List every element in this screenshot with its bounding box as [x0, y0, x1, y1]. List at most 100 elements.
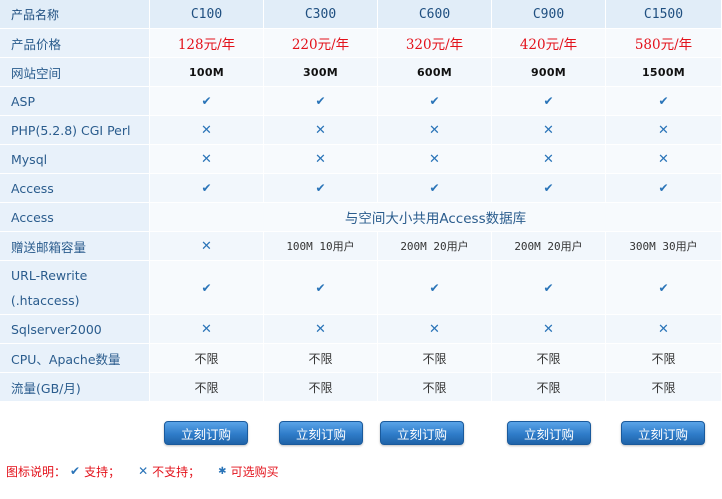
cpu-value: 不限	[606, 344, 722, 373]
rewrite-cell: ✔	[264, 261, 378, 315]
check-icon: ✔	[315, 181, 326, 195]
cross-icon: ✕	[658, 321, 669, 337]
row-label-traffic: 流量(GB/月)	[0, 373, 150, 402]
cross-icon: ✕	[315, 321, 326, 337]
check-icon: ✔	[315, 94, 326, 108]
cpu-value: 不限	[378, 344, 492, 373]
mysql-cell: ✕	[264, 145, 378, 174]
sqlserver-cell: ✕	[606, 315, 722, 344]
cross-icon: ✕	[315, 151, 326, 167]
price-value: 420元/年	[492, 29, 606, 58]
php-cell: ✕	[606, 116, 722, 145]
cross-icon: ✕	[201, 321, 212, 337]
mysql-cell: ✕	[378, 145, 492, 174]
url-rewrite-label-line1: URL-Rewrite	[11, 267, 88, 283]
sqlserver-cell: ✕	[492, 315, 606, 344]
row-label-mailbox: 赠送邮箱容量	[0, 232, 150, 261]
check-icon: ✔	[658, 181, 669, 195]
url-rewrite-label-line2: (.htaccess)	[10, 292, 80, 308]
mailbox-value: 200M 20用户	[378, 232, 492, 261]
cpu-value: 不限	[492, 344, 606, 373]
space-value: 600M	[378, 58, 492, 87]
cross-icon: ✕	[201, 238, 212, 254]
plan-name-c600: C600	[378, 0, 492, 29]
check-icon: ✔	[429, 94, 440, 108]
check-icon: ✔	[543, 181, 554, 195]
price-value: 220元/年	[264, 29, 378, 58]
check-icon: ✔	[315, 280, 326, 295]
traffic-value: 不限	[606, 373, 722, 402]
php-cell: ✕	[150, 116, 264, 145]
asp-cell: ✔	[492, 87, 606, 116]
cross-icon: ✕	[658, 122, 669, 138]
php-cell: ✕	[378, 116, 492, 145]
access-cell: ✔	[264, 174, 378, 203]
row-label-url-rewrite: URL-Rewrite (.htaccess)	[0, 261, 150, 315]
asp-cell: ✔	[264, 87, 378, 116]
check-icon: ✔	[429, 181, 440, 195]
order-button-row: 立刻订购 立刻订购 立刻订购 立刻订购 立刻订购	[0, 421, 722, 445]
space-value: 100M	[150, 58, 264, 87]
mailbox-cell: ✕	[150, 232, 264, 261]
header-label: 产品名称	[0, 0, 150, 29]
price-value: 128元/年	[150, 29, 264, 58]
check-icon: ✔	[543, 94, 554, 108]
mailbox-value: 300M 30用户	[606, 232, 722, 261]
mysql-cell: ✕	[150, 145, 264, 174]
access-cell: ✔	[378, 174, 492, 203]
traffic-value: 不限	[264, 373, 378, 402]
asp-cell: ✔	[606, 87, 722, 116]
access-shared-note: 与空间大小共用Access数据库	[150, 203, 722, 232]
cross-icon: ✕	[429, 122, 440, 138]
mysql-cell: ✕	[492, 145, 606, 174]
hosting-comparison-table: 产品名称 C100 C300 C600 C900 C1500 产品价格 128元…	[0, 0, 722, 402]
icon-legend: 图标说明： ✔ 支持； ✕ 不支持； ✱ 可选购买	[6, 462, 279, 480]
space-value: 1500M	[606, 58, 722, 87]
cpu-value: 不限	[150, 344, 264, 373]
cpu-value: 不限	[264, 344, 378, 373]
traffic-value: 不限	[378, 373, 492, 402]
plan-name-c900: C900	[492, 0, 606, 29]
legend-no-label: 不支持；	[152, 464, 201, 479]
check-icon: ✔	[70, 464, 81, 478]
traffic-value: 不限	[492, 373, 606, 402]
order-button-c100[interactable]: 立刻订购	[164, 421, 248, 445]
sqlserver-cell: ✕	[264, 315, 378, 344]
row-label-cpu: CPU、Apache数量	[0, 344, 150, 373]
cross-icon: ✕	[543, 122, 554, 138]
mysql-cell: ✕	[606, 145, 722, 174]
legend-title: 图标说明：	[6, 464, 67, 479]
row-label-space: 网站空间	[0, 58, 150, 87]
star-icon: ✱	[218, 465, 227, 477]
cross-icon: ✕	[543, 151, 554, 167]
access-cell: ✔	[492, 174, 606, 203]
row-label-php: PHP(5.2.8) CGI Perl	[0, 116, 150, 145]
cross-icon: ✕	[429, 151, 440, 167]
access-cell: ✔	[606, 174, 722, 203]
order-button-c1500[interactable]: 立刻订购	[621, 421, 705, 445]
check-icon: ✔	[201, 94, 212, 108]
check-icon: ✔	[658, 94, 669, 108]
legend-yes-label: 支持；	[84, 464, 121, 479]
traffic-value: 不限	[150, 373, 264, 402]
row-label-access: Access	[0, 174, 150, 203]
check-icon: ✔	[201, 280, 212, 295]
legend-optional-label: 可选购买	[230, 464, 279, 479]
row-label-mysql: Mysql	[0, 145, 150, 174]
cross-icon: ✕	[201, 122, 212, 138]
order-button-c600[interactable]: 立刻订购	[380, 421, 464, 445]
php-cell: ✕	[264, 116, 378, 145]
cross-icon: ✕	[315, 122, 326, 138]
cross-icon: ✕	[429, 321, 440, 337]
plan-name-c300: C300	[264, 0, 378, 29]
sqlserver-cell: ✕	[378, 315, 492, 344]
cross-icon: ✕	[658, 151, 669, 167]
check-icon: ✔	[658, 280, 669, 295]
price-value: 580元/年	[606, 29, 722, 58]
check-icon: ✔	[201, 181, 212, 195]
sqlserver-cell: ✕	[150, 315, 264, 344]
php-cell: ✕	[492, 116, 606, 145]
order-button-c900[interactable]: 立刻订购	[507, 421, 591, 445]
cross-icon: ✕	[201, 151, 212, 167]
order-button-c300[interactable]: 立刻订购	[279, 421, 363, 445]
